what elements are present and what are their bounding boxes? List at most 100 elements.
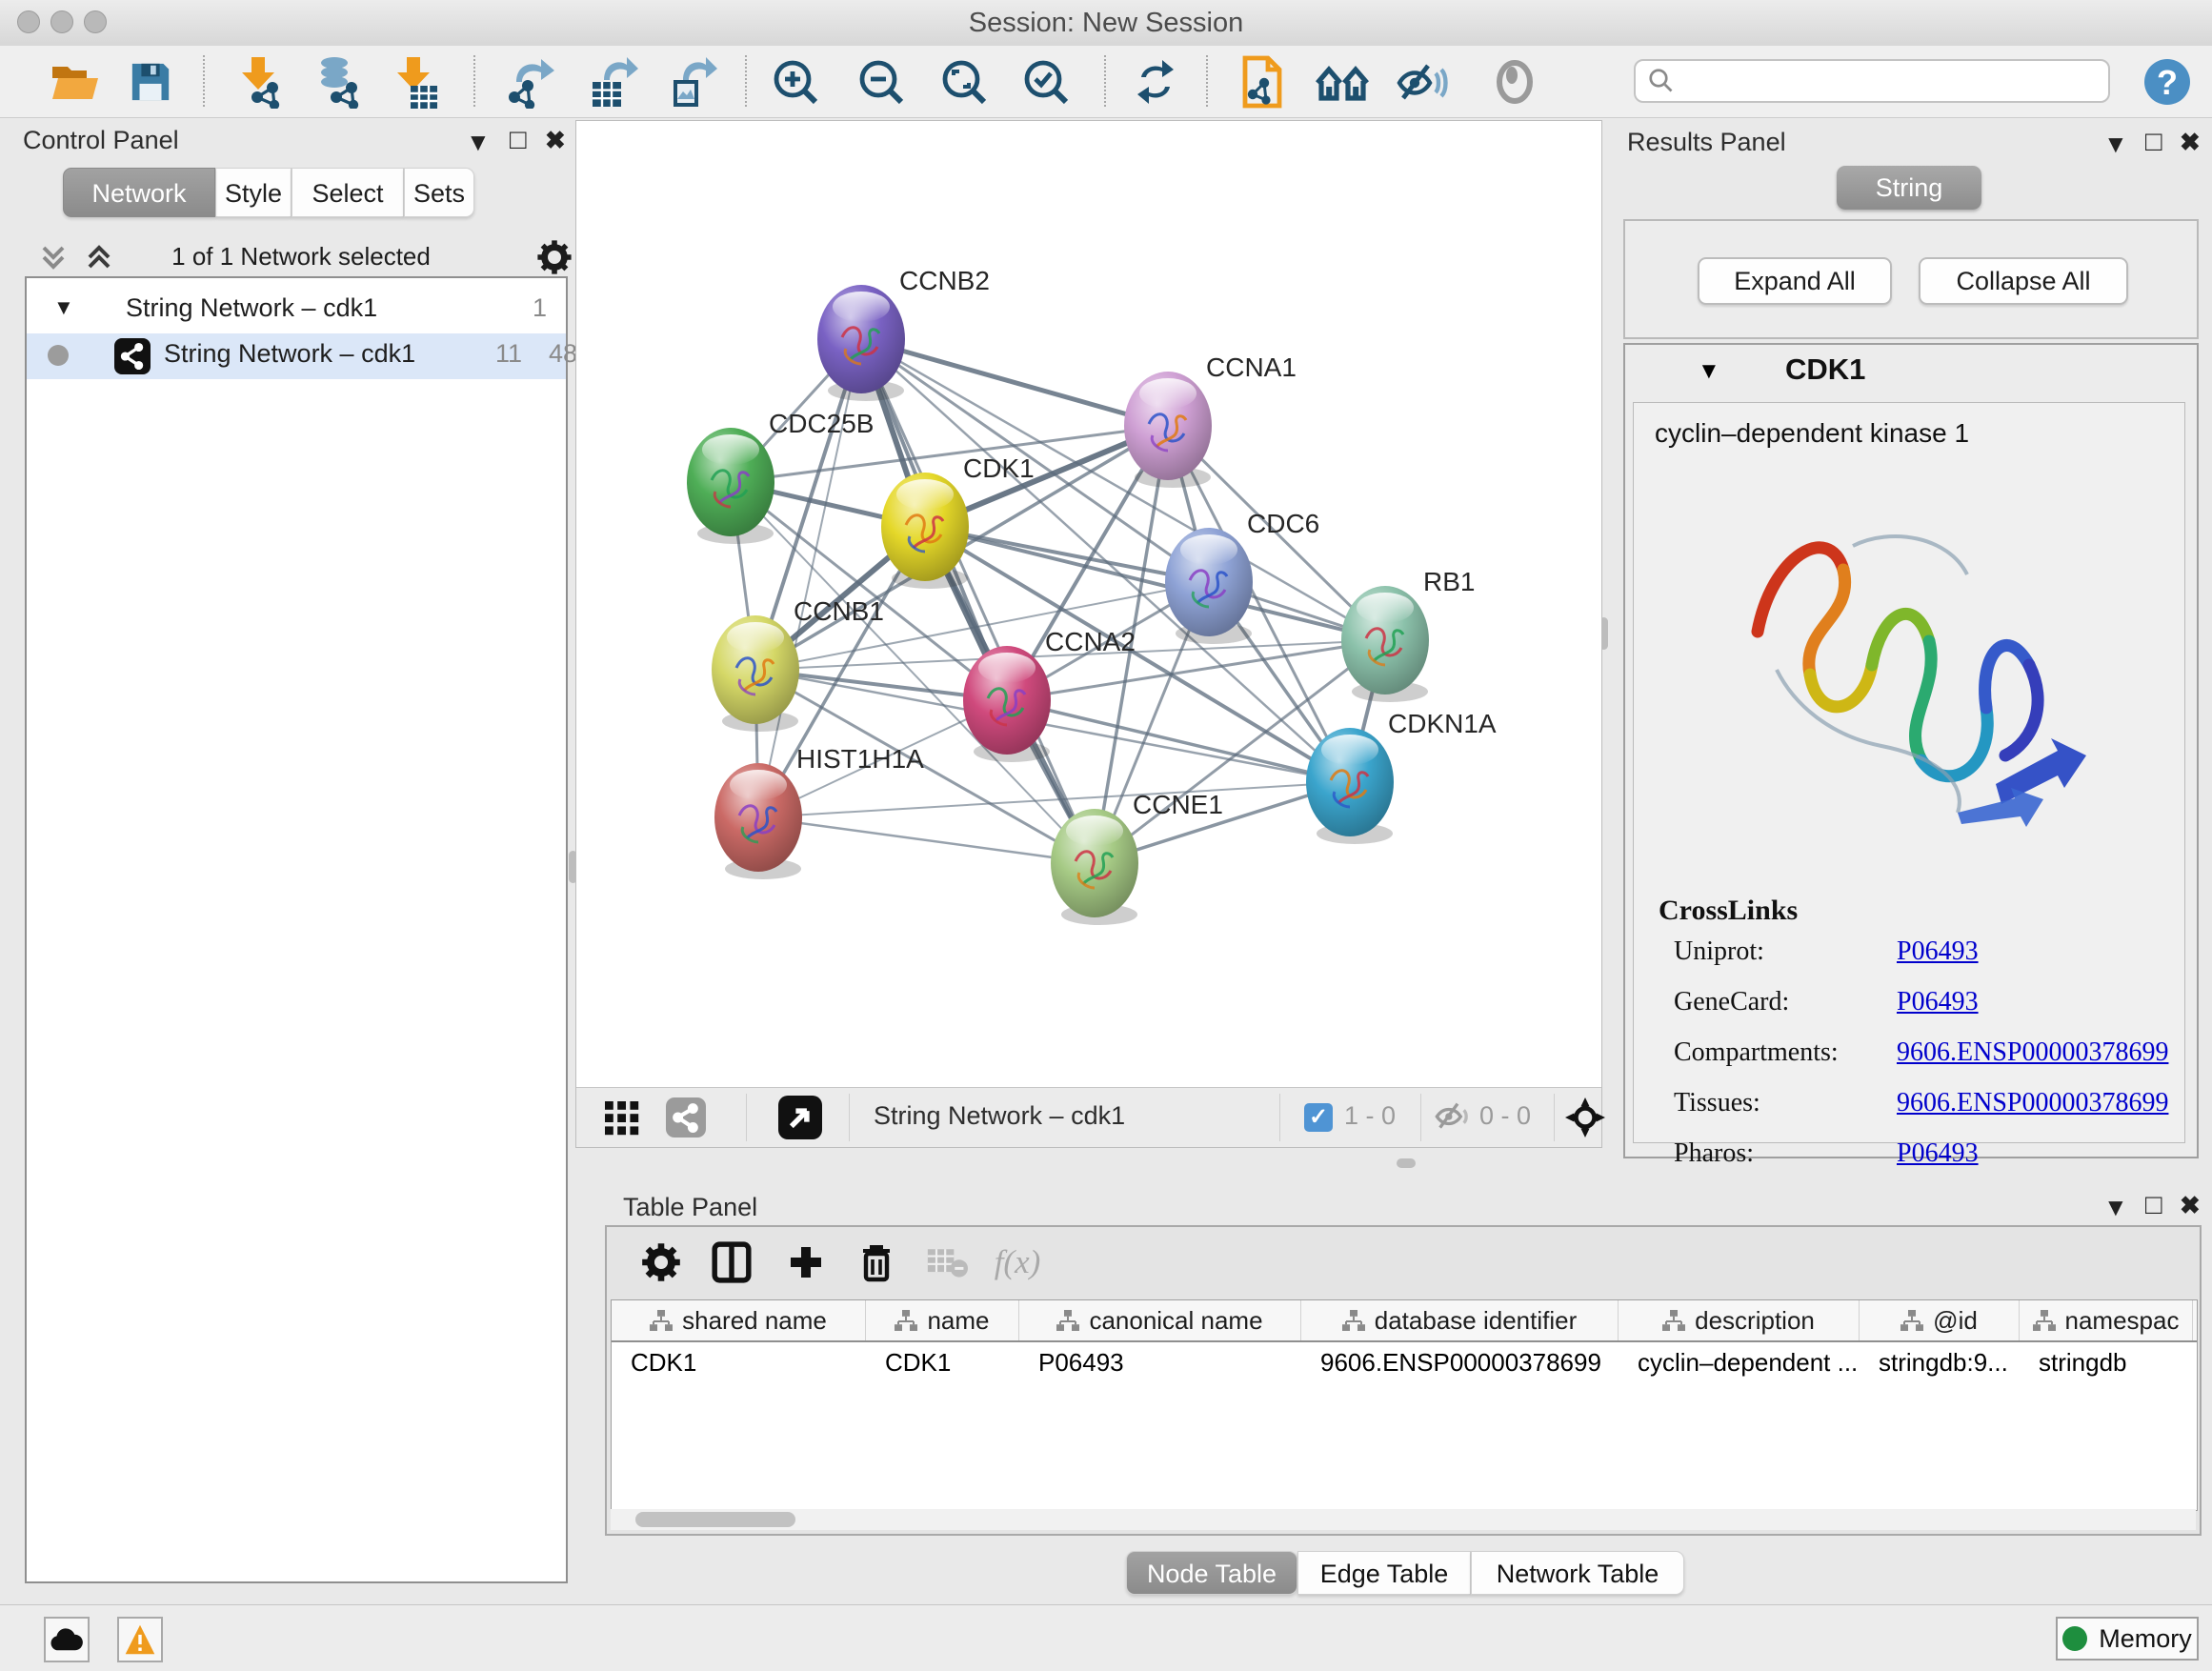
tab-node-table[interactable]: Node Table — [1126, 1551, 1297, 1595]
results-panel-float-button[interactable]: ▼ — [2103, 130, 2128, 159]
column-header-@id[interactable]: @id — [1860, 1300, 2020, 1340]
expand-all-button[interactable]: Expand All — [1698, 257, 1892, 305]
gene-section-header[interactable]: ▼ CDK1 — [1625, 345, 2197, 400]
add-column-button[interactable] — [780, 1237, 832, 1288]
control-panel-maximize-button[interactable]: □ — [510, 125, 527, 156]
birdseye-view-button[interactable] — [778, 1096, 822, 1139]
delete-column-button[interactable] — [851, 1237, 902, 1288]
network-node-CCNB2[interactable]: CCNB2 — [817, 266, 990, 401]
delete-table-button[interactable] — [921, 1237, 973, 1288]
column-header-database-identifier[interactable]: database identifier — [1301, 1300, 1619, 1340]
network-node-RB1[interactable]: RB1 — [1341, 567, 1475, 702]
table-cell[interactable]: 9606.ENSP00000378699 — [1320, 1348, 1615, 1378]
network-collection-row[interactable]: ▼ String Network – cdk1 1 — [27, 288, 566, 333]
zoom-fit-button[interactable] — [936, 54, 992, 110]
open-network-document-button[interactable] — [1236, 54, 1291, 110]
crosslink-label: Uniprot: — [1674, 936, 1764, 967]
session-home-button[interactable] — [1315, 54, 1370, 110]
tab-style[interactable]: Style — [215, 168, 292, 217]
table-cell[interactable]: cyclin–dependent ... — [1638, 1348, 1856, 1378]
export-image-button[interactable] — [664, 54, 719, 110]
network-overview-button[interactable] — [666, 1097, 706, 1137]
save-session-button[interactable] — [123, 54, 178, 110]
crosslink-link[interactable]: 9606.ENSP00000378699 — [1897, 1088, 2168, 1118]
column-header-canonical-name[interactable]: canonical name — [1019, 1300, 1301, 1340]
cloud-status-button[interactable] — [44, 1617, 90, 1662]
tab-edge-table[interactable]: Edge Table — [1297, 1551, 1471, 1595]
export-table-button[interactable] — [585, 54, 640, 110]
tab-select[interactable]: Select — [292, 168, 404, 217]
table-cell[interactable]: CDK1 — [885, 1348, 1016, 1378]
tab-network[interactable]: Network — [63, 168, 215, 217]
import-network-database-button[interactable] — [310, 54, 365, 110]
column-header-description[interactable]: description — [1619, 1300, 1860, 1340]
disclosure-triangle-icon[interactable]: ▼ — [53, 295, 74, 320]
function-builder-button[interactable]: f(x) — [992, 1237, 1043, 1288]
table-panel-close-button[interactable]: ✖ — [2180, 1191, 2201, 1220]
expand-all-icon[interactable] — [84, 242, 114, 272]
import-network-file-button[interactable] — [231, 54, 286, 110]
grid-view-button[interactable] — [605, 1101, 639, 1140]
refresh-button[interactable] — [1128, 54, 1183, 110]
open-session-button[interactable] — [48, 54, 103, 110]
control-panel-float-button[interactable]: ▼ — [466, 128, 491, 157]
network-row-selected[interactable]: String Network – cdk1 11 48 — [27, 333, 566, 379]
network-edge[interactable] — [1007, 700, 1350, 782]
control-panel-close-button[interactable]: ✖ — [545, 126, 566, 155]
export-network-button[interactable] — [503, 54, 558, 110]
cloud-icon — [50, 1626, 84, 1653]
selected-counts: 1 - 0 — [1344, 1101, 1396, 1131]
table-settings-button[interactable] — [635, 1237, 687, 1288]
fit-content-button[interactable] — [1565, 1097, 1605, 1142]
network-edge[interactable] — [758, 817, 1095, 863]
column-header-namespac[interactable]: namespac — [2020, 1300, 2193, 1340]
gear-icon[interactable] — [535, 238, 573, 276]
network-edge[interactable] — [861, 339, 1095, 863]
hide-panels-button[interactable] — [1395, 54, 1450, 110]
network-node-CDKN1A[interactable]: CDKN1A — [1306, 709, 1497, 844]
results-panel-maximize-button[interactable]: □ — [2145, 127, 2162, 158]
collapse-all-icon[interactable] — [38, 242, 69, 272]
tab-network-table[interactable]: Network Table — [1471, 1551, 1684, 1595]
collapse-all-button[interactable]: Collapse All — [1919, 257, 2128, 305]
memory-button[interactable]: Memory — [2056, 1617, 2199, 1661]
column-header-name[interactable]: name — [866, 1300, 1019, 1340]
table-cell[interactable]: P06493 — [1038, 1348, 1297, 1378]
disclosure-triangle-icon[interactable]: ▼ — [1698, 358, 1720, 385]
hidden-eye-icon[interactable] — [1434, 1100, 1472, 1137]
zoom-in-button[interactable] — [768, 54, 823, 110]
zoom-selected-button[interactable] — [1018, 54, 1074, 110]
table-panel-float-button[interactable]: ▼ — [2103, 1193, 2128, 1222]
results-panel-close-button[interactable]: ✖ — [2180, 128, 2201, 157]
table-cell[interactable]: CDK1 — [631, 1348, 862, 1378]
scrollbar-thumb[interactable] — [635, 1512, 795, 1527]
help-button[interactable]: ? — [2140, 54, 2195, 110]
selected-checkbox[interactable]: ✓ — [1304, 1103, 1333, 1132]
table-panel-maximize-button[interactable]: □ — [2145, 1190, 2162, 1221]
network-node-CDC6[interactable]: CDC6 — [1165, 509, 1319, 644]
crosslink-link[interactable]: P06493 — [1897, 987, 1979, 1017]
column-header-shared-name[interactable]: shared name — [612, 1300, 866, 1340]
warning-icon — [124, 1623, 156, 1656]
network-node-HIST1H1A[interactable]: HIST1H1A — [714, 744, 924, 879]
crosslink-link[interactable]: P06493 — [1897, 1138, 1979, 1169]
crosslink-link[interactable]: P06493 — [1897, 936, 1979, 967]
tab-string[interactable]: String — [1837, 166, 1981, 210]
network-edge[interactable] — [861, 339, 1168, 426]
show-columns-button[interactable] — [706, 1237, 757, 1288]
table-horizontal-scrollbar[interactable] — [611, 1509, 2196, 1530]
network-node-CCNE1[interactable]: CCNE1 — [1051, 790, 1223, 925]
splitter-grip-bottom[interactable] — [1397, 1158, 1416, 1168]
search-input[interactable] — [1676, 67, 2089, 95]
network-node-CCNA2[interactable]: CCNA2 — [963, 627, 1136, 762]
show-panels-button[interactable] — [1487, 54, 1542, 110]
table-cell[interactable]: stringdb:9... — [1879, 1348, 2016, 1378]
node-count: 11 — [495, 339, 522, 369]
import-table-file-button[interactable] — [386, 54, 441, 110]
zoom-out-button[interactable] — [854, 54, 909, 110]
tab-sets[interactable]: Sets — [404, 168, 474, 217]
warning-status-button[interactable] — [117, 1617, 163, 1662]
crosslink-link[interactable]: 9606.ENSP00000378699 — [1897, 1037, 2168, 1068]
network-canvas[interactable]: CCNB2CCNA1CDC25BCDK1CDC6RB1CCNB1CCNA2CDK… — [576, 121, 1601, 1090]
table-cell[interactable]: stringdb — [2039, 1348, 2189, 1378]
